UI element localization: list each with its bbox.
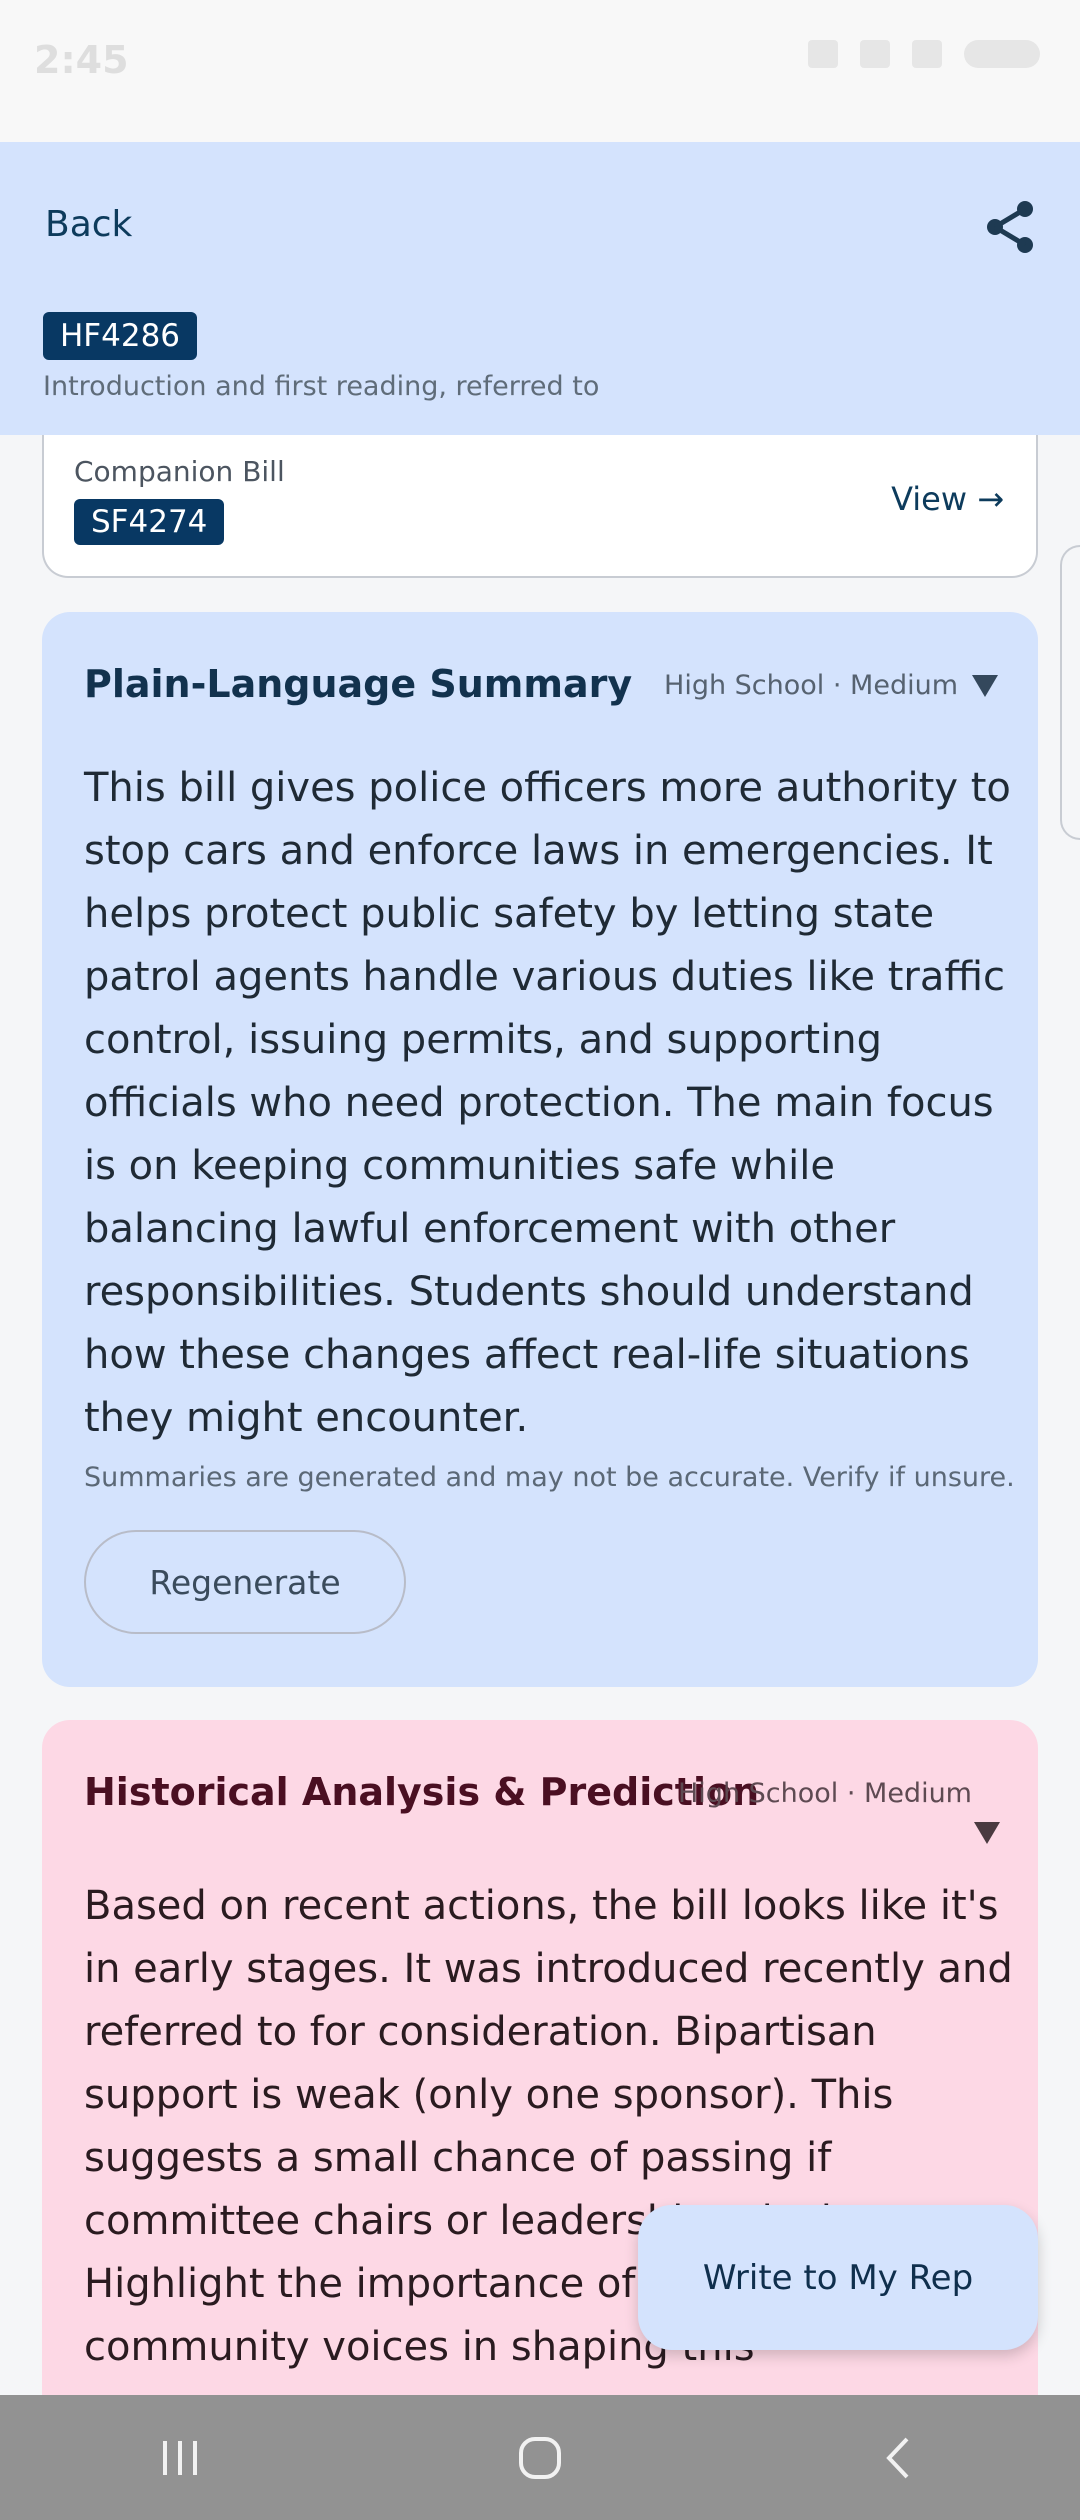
home-button[interactable] [480, 2418, 600, 2498]
status-icons [808, 40, 1040, 68]
history-title: Historical Analysis & Prediction [84, 1770, 760, 1814]
back-nav-button[interactable] [840, 2418, 960, 2498]
bill-id-chip: HF4286 [43, 312, 198, 360]
chevron-left-icon [886, 2437, 909, 2478]
status-bar: 2:45 [0, 0, 1080, 142]
summary-body: This bill gives police officers more aut… [84, 765, 1011, 1441]
home-icon [519, 2436, 561, 2479]
regenerate-button[interactable]: Regenerate [84, 1530, 406, 1634]
notification-icon [808, 40, 838, 68]
companion-bill-chip: SF4274 [74, 499, 225, 545]
status-time: 2:45 [34, 38, 129, 82]
app-header: Back HF4286 Introduction and first readi… [0, 142, 1080, 435]
summary-disclaimer: Summaries are generated and may not be a… [84, 1462, 1015, 1493]
bill-status-text: Introduction and first reading, referred… [43, 371, 600, 402]
back-button[interactable]: Back [45, 204, 132, 245]
companion-bill-card: Companion Bill SF4274 View → [42, 425, 1038, 578]
signal-icon [912, 40, 942, 68]
side-panel-handle[interactable] [1060, 545, 1080, 840]
battery-icon [964, 40, 1040, 68]
view-companion-button[interactable]: View → [891, 480, 1004, 518]
wifi-icon [860, 40, 890, 68]
companion-label: Companion Bill [74, 455, 285, 488]
recent-apps-icon [163, 2440, 197, 2475]
system-nav-bar [0, 2395, 1080, 2520]
write-to-rep-button[interactable]: Write to My Rep [638, 2205, 1038, 2350]
triangle-down-icon [972, 674, 998, 697]
recent-apps-button[interactable] [120, 2418, 240, 2498]
summary-level-label: High School · Medium [664, 670, 958, 701]
summary-title: Plain-Language Summary [84, 662, 633, 706]
summary-card: Plain-Language Summary High School · Med… [42, 612, 1038, 1687]
summary-level-dropdown[interactable]: High School · Medium [664, 670, 998, 701]
history-level-dropdown[interactable]: High School · Medium [678, 1778, 972, 1809]
share-icon[interactable] [980, 197, 1040, 257]
triangle-down-icon[interactable] [974, 1822, 1000, 1844]
